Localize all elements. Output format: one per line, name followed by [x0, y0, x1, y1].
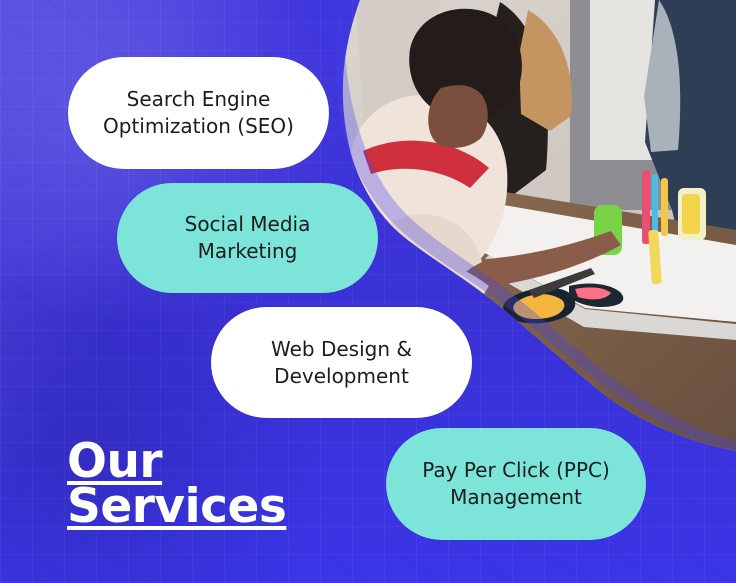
title-line-services: Services [67, 479, 287, 535]
title-line-our: Our [67, 434, 163, 489]
ppc-management-card: Pay Per Click (PPC) Management [386, 428, 646, 540]
social-media-marketing-card: Social Media Marketing [117, 183, 378, 293]
seo-service-card: Search Engine Optimization (SEO) [68, 57, 329, 169]
our-services-title: Our Services [67, 434, 287, 535]
services-banner: Search Engine Optimization (SEO) Social … [0, 0, 736, 583]
web-design-development-card: Web Design & Development [211, 307, 472, 418]
